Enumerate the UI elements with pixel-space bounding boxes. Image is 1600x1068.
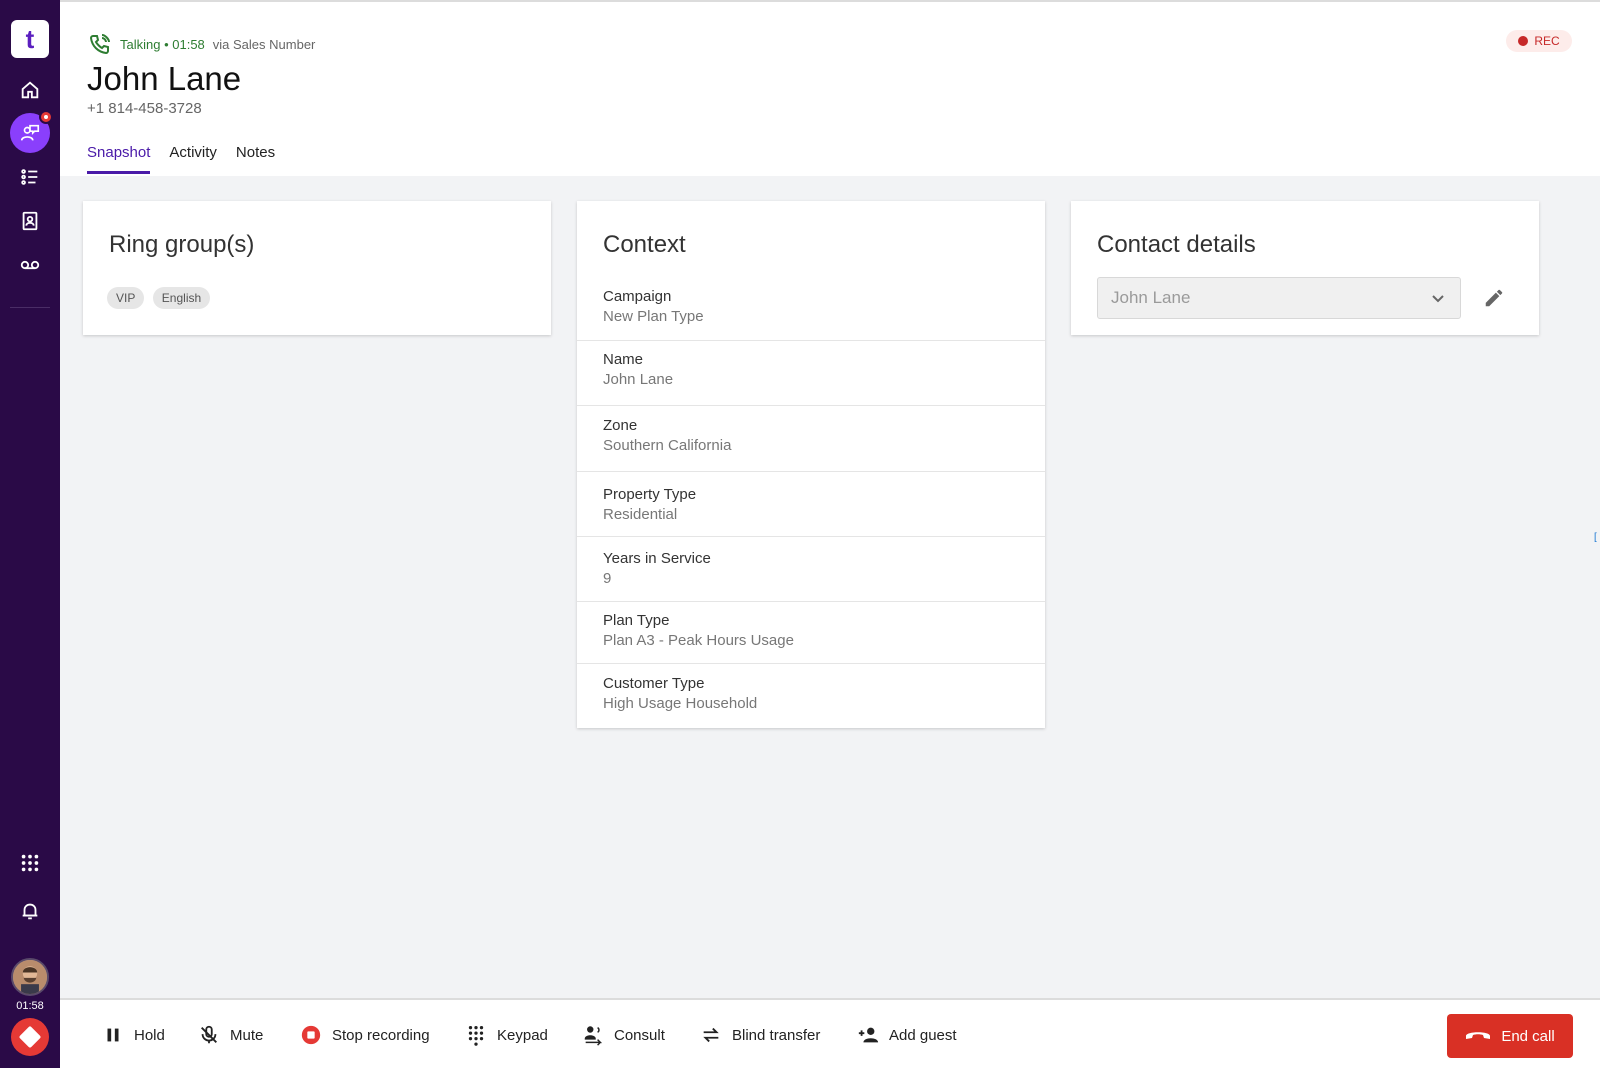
context-value: Plan A3 - Peak Hours Usage: [603, 632, 794, 649]
consult-label: Consult: [614, 1026, 665, 1044]
mute-label: Mute: [230, 1026, 264, 1044]
context-label: Zone: [603, 417, 638, 434]
call-controls-toolbar: Hold Mute Stop recording Keypad Consult …: [60, 998, 1600, 1068]
context-row-plan-type: Plan Type Plan A3 - Peak Hours Usage: [577, 602, 1045, 664]
keypad-icon: [468, 1026, 484, 1046]
context-value: New Plan Type: [603, 308, 704, 325]
voicemail-icon[interactable]: [10, 245, 50, 285]
logo-text: t: [25, 23, 35, 54]
ring-group-title: Ring group(s): [109, 231, 255, 258]
keypad-button[interactable]: Keypad: [465, 1024, 548, 1046]
hold-button[interactable]: Hold: [102, 1024, 165, 1046]
pause-icon: [107, 1028, 119, 1042]
mute-button[interactable]: Mute: [198, 1024, 263, 1046]
stop-recording-label: Stop recording: [332, 1026, 430, 1044]
contacts-icon[interactable]: [10, 201, 50, 241]
transfer-arrows-icon: [703, 1027, 719, 1043]
contact-select[interactable]: John Lane: [1097, 277, 1461, 319]
context-value: 9: [603, 570, 612, 587]
recording-indicator: REC: [1506, 30, 1572, 52]
home-icon[interactable]: [10, 70, 50, 110]
context-label: Years in Service: [603, 550, 711, 567]
stop-recording-button[interactable]: Stop recording: [300, 1024, 430, 1046]
tab-activity[interactable]: Activity: [169, 144, 217, 174]
context-title: Context: [603, 231, 686, 258]
hang-up-icon: [1466, 1032, 1491, 1039]
ring-group-card: Ring group(s) VIP English: [83, 201, 551, 335]
ring-group-chip: English: [152, 287, 211, 309]
consult-button[interactable]: Consult: [582, 1024, 665, 1046]
context-list: Campaign New Plan Type Name John Lane Zo…: [577, 283, 1045, 728]
ring-group-chips: VIP English: [107, 287, 214, 309]
rec-label: REC: [1534, 34, 1560, 48]
record-dot-icon: [1518, 36, 1529, 46]
chat-person-icon[interactable]: [10, 110, 53, 153]
bell-icon[interactable]: [10, 891, 50, 931]
context-card: Context Campaign New Plan Type Name John…: [577, 201, 1045, 728]
context-value: High Usage Household: [603, 695, 758, 712]
context-row-customer-type: Customer Type High Usage Household: [577, 664, 1045, 728]
context-row-years-in-service: Years in Service 9: [577, 537, 1045, 602]
pencil-icon[interactable]: [1483, 287, 1505, 309]
contact-details-card: Contact details John Lane: [1071, 201, 1539, 335]
context-row-property-type: Property Type Residential: [577, 472, 1045, 537]
context-row-zone: Zone Southern California: [577, 406, 1045, 472]
edge-marker: [: [1594, 532, 1597, 543]
avatar[interactable]: [11, 958, 49, 996]
context-row-campaign: Campaign New Plan Type: [577, 283, 1045, 341]
add-guest-label: Add guest: [889, 1026, 957, 1044]
call-source: via Sales Number: [212, 36, 316, 52]
caller-phone: +1 814-458-3728: [87, 100, 202, 117]
call-status-line: Talking • 01:58 via Sales Number: [88, 32, 315, 56]
app-logo[interactable]: t: [11, 20, 49, 58]
caller-name: John Lane: [87, 60, 242, 97]
context-label: Customer Type: [603, 675, 705, 692]
notification-badge: [39, 110, 53, 124]
list-icon[interactable]: [10, 157, 50, 197]
ring-group-chip: VIP: [107, 287, 145, 309]
end-call-button[interactable]: End call: [1447, 1014, 1573, 1058]
context-value: Residential: [603, 506, 678, 523]
context-label: Name: [603, 351, 644, 368]
context-label: Plan Type: [603, 612, 670, 629]
apps-grid-icon[interactable]: [10, 843, 50, 883]
hold-label: Hold: [134, 1026, 165, 1044]
sidebar-divider: [10, 307, 50, 308]
context-label: Property Type: [603, 486, 697, 503]
sidebar: t 01:58: [0, 0, 60, 1068]
add-guest-button[interactable]: Add guest: [857, 1024, 957, 1046]
tab-notes[interactable]: Notes: [236, 144, 275, 174]
context-label: Campaign: [603, 288, 672, 305]
contact-select-value: John Lane: [1111, 288, 1191, 307]
blind-transfer-button[interactable]: Blind transfer: [700, 1024, 820, 1046]
chevron-down-icon: [1432, 295, 1444, 303]
add-person-icon: [858, 1027, 879, 1043]
phone-active-icon: [89, 34, 110, 55]
tab-snapshot[interactable]: Snapshot: [87, 144, 151, 174]
context-value: John Lane: [603, 371, 674, 388]
call-header: Talking • 01:58 via Sales Number John La…: [60, 0, 1600, 176]
consult-icon: [584, 1026, 603, 1046]
context-value: Southern California: [603, 437, 732, 454]
call-status: Talking • 01:58: [120, 36, 205, 52]
stop-record-icon: [301, 1025, 321, 1045]
contact-details-title: Contact details: [1097, 231, 1256, 258]
call-timer: 01:58: [16, 1000, 44, 1012]
context-row-name: Name John Lane: [577, 341, 1045, 406]
mic-off-icon: [201, 1025, 217, 1044]
end-call-label: End call: [1501, 1027, 1555, 1045]
quick-end-call-button[interactable]: [11, 1018, 49, 1056]
keypad-label: Keypad: [497, 1026, 548, 1044]
blind-transfer-label: Blind transfer: [732, 1026, 821, 1044]
tab-bar: Snapshot Activity Notes: [87, 144, 275, 174]
